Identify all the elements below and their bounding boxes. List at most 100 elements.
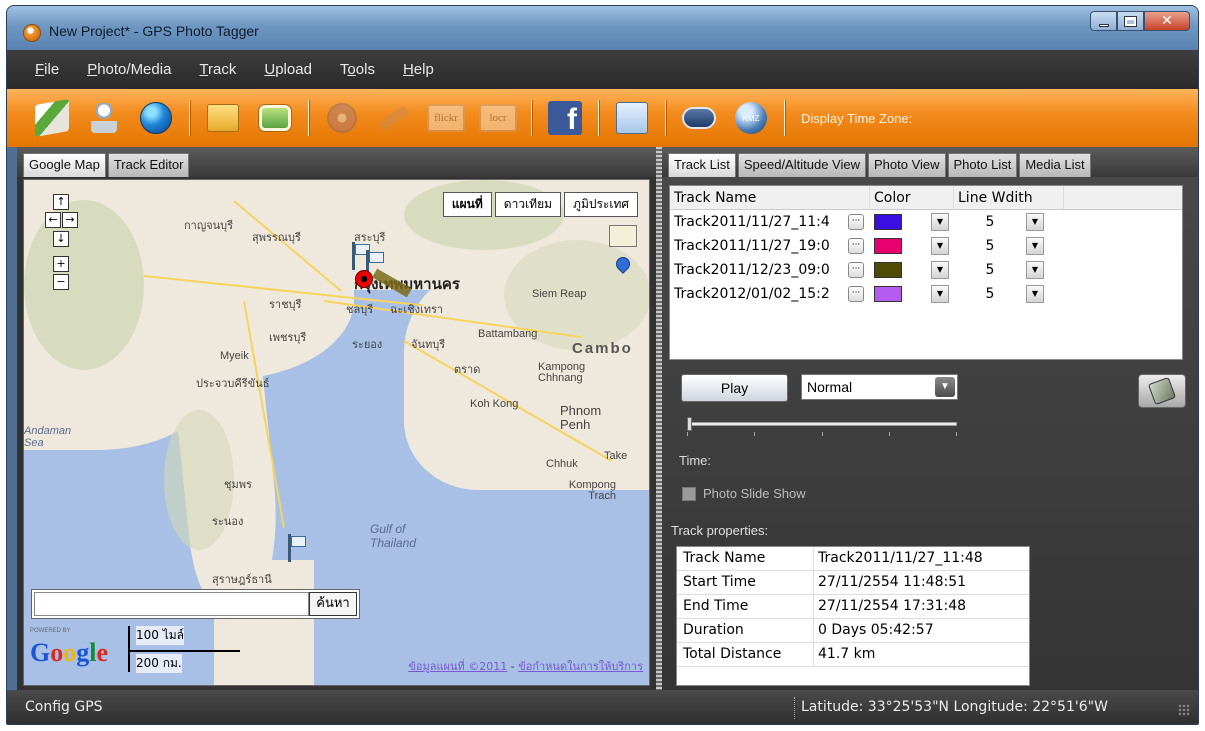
track-color-cell[interactable]: ▼ xyxy=(870,285,954,303)
photo-slide-show-option[interactable]: Photo Slide Show xyxy=(682,486,806,501)
column-header-track-name[interactable]: Track Name xyxy=(670,186,870,209)
terms-link[interactable]: ข้อกำหนดในการให้บริการ xyxy=(518,660,643,673)
table-row[interactable]: Track2011/12/23_09:0 ··· ▼ 5 ▼ xyxy=(670,258,1182,282)
zoom-in-button[interactable]: + xyxy=(53,256,69,272)
chevron-down-icon[interactable]: ▼ xyxy=(1026,237,1044,255)
playback-slider[interactable] xyxy=(687,422,957,426)
toolbar-button-report[interactable] xyxy=(613,98,651,138)
chevron-down-icon[interactable]: ▼ xyxy=(931,237,949,255)
close-button[interactable]: ✕ xyxy=(1144,11,1190,31)
facebook-icon: f xyxy=(548,101,582,135)
tab-speed-altitude-view[interactable]: Speed/Altitude View xyxy=(737,153,866,177)
toolbar-button-tag[interactable] xyxy=(375,98,413,138)
tab-google-map[interactable]: Google Map xyxy=(23,153,106,177)
pan-left-button[interactable]: ← xyxy=(45,212,61,228)
playback-speed-select[interactable]: Normal ▼ xyxy=(801,374,958,400)
chevron-down-icon[interactable]: ▼ xyxy=(1026,213,1044,231)
map-search-button[interactable]: ค้นหา xyxy=(309,592,357,616)
ellipsis-icon[interactable]: ··· xyxy=(848,214,864,230)
column-header-line-width[interactable]: Line Wdith xyxy=(954,186,1064,209)
table-row[interactable]: Track2011/11/27_11:4 ··· ▼ 5 ▼ xyxy=(670,210,1182,234)
column-header-color[interactable]: Color xyxy=(870,186,954,209)
menu-track[interactable]: Track xyxy=(199,61,236,78)
chevron-down-icon[interactable]: ▼ xyxy=(1026,285,1044,303)
tab-photo-list[interactable]: Photo List xyxy=(947,153,1018,177)
slider-tick xyxy=(821,432,823,436)
maximize-button[interactable] xyxy=(1117,11,1144,31)
locr-icon: locr xyxy=(479,104,517,132)
pan-down-button[interactable]: ↓ xyxy=(53,231,69,247)
toolbar-button-kmz[interactable]: KMZ xyxy=(732,98,770,138)
menu-help[interactable]: Help xyxy=(403,61,434,78)
clapper-icon[interactable] xyxy=(609,225,637,247)
photo-slide-show-checkbox[interactable] xyxy=(682,486,696,501)
google-map[interactable]: กาญจนบุรี สุพรรณบุรี สระบุรี กรุงเทพมหาน… xyxy=(23,179,650,686)
toolbar-button-disc[interactable] xyxy=(323,98,361,138)
snapshot-button[interactable] xyxy=(1138,374,1186,408)
tab-track-editor[interactable]: Track Editor xyxy=(107,153,190,177)
play-button[interactable]: Play xyxy=(681,374,788,402)
toolbar-separator xyxy=(531,100,532,136)
toolbar-button-locr[interactable]: locr xyxy=(479,98,517,138)
menu-tools[interactable]: Tools xyxy=(340,61,375,78)
menu-upload[interactable]: Upload xyxy=(264,61,312,78)
status-config-gps: Config GPS xyxy=(25,699,103,715)
track-color-cell[interactable]: ▼ xyxy=(870,237,954,255)
track-start-marker[interactable] xyxy=(355,270,373,288)
property-value: 0 Days 05:42:57 xyxy=(818,622,934,638)
minimize-button[interactable] xyxy=(1090,11,1117,31)
toolbar-button-link[interactable] xyxy=(680,98,718,138)
ellipsis-icon[interactable]: ··· xyxy=(848,262,864,278)
toolbar-button-books[interactable] xyxy=(33,98,71,138)
color-swatch[interactable] xyxy=(874,262,902,278)
menu-photo-media[interactable]: Photo/Media xyxy=(87,61,171,78)
toolbar-button-open-folder[interactable] xyxy=(204,98,242,138)
map-search-input[interactable] xyxy=(34,592,309,616)
track-width-cell[interactable]: 5 ▼ xyxy=(954,213,1064,231)
scale-miles: 100 ไมล์ xyxy=(136,626,185,645)
toolbar-button-photo[interactable] xyxy=(256,98,294,138)
table-row[interactable]: Track2011/11/27_19:0 ··· ▼ 5 ▼ xyxy=(670,234,1182,258)
chevron-down-icon[interactable]: ▼ xyxy=(1026,261,1044,279)
track-color-cell[interactable]: ▼ xyxy=(870,261,954,279)
tab-photo-view[interactable]: Photo View xyxy=(867,153,946,177)
color-swatch[interactable] xyxy=(874,214,902,230)
menu-file[interactable]: File xyxy=(35,61,59,78)
menu-bar: File Photo/Media Track Upload Tools Help xyxy=(7,50,1198,89)
slider-tick xyxy=(754,432,756,436)
map-data-link[interactable]: ข้อมูลแผนที่ ©2011 xyxy=(408,660,507,673)
property-value: Track2011/11/27_11:48 xyxy=(818,550,983,566)
map-type-terrain-button[interactable]: ภูมิประเทศ xyxy=(564,192,638,217)
toolbar-button-globe[interactable] xyxy=(137,98,175,138)
pan-up-button[interactable]: ↑ xyxy=(53,194,69,210)
chevron-down-icon[interactable]: ▼ xyxy=(931,261,949,279)
photo-flag-marker[interactable] xyxy=(286,534,306,562)
track-color-cell[interactable]: ▼ xyxy=(870,213,954,231)
map-label: Battambang xyxy=(478,328,538,340)
ellipsis-icon[interactable]: ··· xyxy=(848,286,864,302)
color-swatch[interactable] xyxy=(874,286,902,302)
chevron-down-icon[interactable]: ▼ xyxy=(931,213,949,231)
color-swatch[interactable] xyxy=(874,238,902,254)
toolbar-button-flickr[interactable]: flickr xyxy=(427,98,465,138)
toolbar-button-facebook[interactable]: f xyxy=(546,98,584,138)
map-type-map-button[interactable]: แผนที่ xyxy=(442,192,492,217)
table-row[interactable]: Track2012/01/02_15:2 ··· ▼ 5 ▼ xyxy=(670,282,1182,306)
map-label: Siem Reap xyxy=(532,288,587,300)
tab-media-list[interactable]: Media List xyxy=(1019,153,1091,177)
track-width-cell[interactable]: 5 ▼ xyxy=(954,237,1064,255)
status-bar: Config GPS Latitude: 33°25'53"N Longitud… xyxy=(7,690,1198,724)
track-width-cell[interactable]: 5 ▼ xyxy=(954,261,1064,279)
track-width-cell[interactable]: 5 ▼ xyxy=(954,285,1064,303)
track-panel: Track List Speed/Altitude View Photo Vie… xyxy=(662,147,1198,690)
ellipsis-icon[interactable]: ··· xyxy=(848,238,864,254)
map-label: Myeik xyxy=(220,350,249,362)
zoom-out-button[interactable]: − xyxy=(53,274,69,290)
toolbar-button-gps-device[interactable] xyxy=(85,98,123,138)
resize-grip-icon[interactable] xyxy=(1178,704,1190,716)
pan-right-button[interactable]: → xyxy=(62,212,78,228)
playback-slider-thumb[interactable] xyxy=(687,417,692,431)
chevron-down-icon[interactable]: ▼ xyxy=(931,285,949,303)
tab-track-list[interactable]: Track List xyxy=(668,153,736,177)
map-type-satellite-button[interactable]: ดาวเทียม xyxy=(494,192,562,217)
